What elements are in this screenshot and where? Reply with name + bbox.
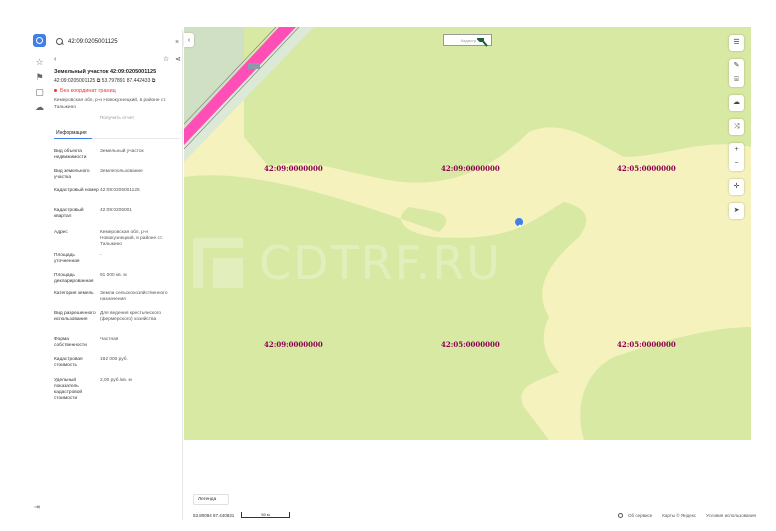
row-label: Вид объекта недвижимости: [54, 149, 87, 160]
row-value: Для ведения крестьянского (фермерского) …: [100, 311, 162, 322]
cloud-icon[interactable]: ☁: [733, 98, 740, 108]
table-row: Адрес Кемеровская обл, р-н Новокузнецкий,…: [54, 230, 180, 248]
parcel-label: 42:09:0000000: [264, 340, 323, 349]
table-row: Кадастровый номер 42:09:0205001125: [54, 188, 180, 194]
row-label: Вид земельного участка: [54, 169, 90, 180]
parcel-label: 42:05:0000000: [617, 340, 676, 349]
coordinates-readout: 53.80094 87.440831: [193, 513, 235, 518]
ruler-icon[interactable]: ⌸: [734, 75, 738, 85]
search-icon: [56, 38, 64, 46]
about-link[interactable]: Об сервисе: [628, 513, 652, 518]
layers-control[interactable]: ☰: [729, 35, 744, 51]
row-label: Вид разрешенного использования: [54, 311, 96, 322]
row-value: 42:09:0205001: [100, 208, 133, 213]
row-value: 42:09:0205001125: [100, 188, 140, 193]
collapse-panel-button[interactable]: ‹: [184, 33, 194, 47]
route-control[interactable]: ⤨: [729, 119, 744, 135]
legend-button[interactable]: Легенда: [193, 494, 229, 505]
map-marker-tag: [248, 63, 260, 69]
parcel-label: 42:05:0000000: [617, 164, 676, 173]
maps-copyright[interactable]: Карты © Яндекс: [662, 513, 696, 518]
footer-links: Об сервисе Карты © Яндекс Условия исполь…: [618, 513, 766, 518]
row-value: Землепользование: [100, 169, 143, 174]
table-row: Вид объекта недвижимости Земельный участо…: [54, 149, 180, 161]
parcel-label: 42:05:0000000: [441, 340, 500, 349]
location-pin-dot: [518, 224, 522, 228]
parcel-label: 42:09:0000000: [264, 164, 323, 173]
logout-icon[interactable]: ⇥: [34, 503, 44, 513]
search-input[interactable]: 42:09:0205001125: [68, 39, 173, 45]
route-icon[interactable]: ⤨: [734, 122, 740, 132]
row-value: Земли сельскохозяйственного назначения: [100, 291, 168, 302]
search-bar[interactable]: 42:09:0205001125 ×: [54, 35, 181, 49]
row-value: Земельный участок: [100, 149, 144, 154]
watermark-logo: [193, 238, 243, 288]
back-icon[interactable]: ‹: [54, 56, 66, 63]
row-value: 91 000 кв. м: [100, 273, 127, 278]
table-row: Площадь декларированная 91 000 кв. м: [54, 273, 180, 285]
terms-link[interactable]: Условия использования: [706, 513, 756, 518]
locate-control[interactable]: ➤: [729, 203, 744, 219]
row-label: Адрес: [54, 230, 68, 235]
hammer-icon: [475, 34, 488, 47]
object-title: Земельный участок 42:09:0205001125: [54, 69, 157, 75]
row-value: 2,00 руб./кв. м: [100, 378, 132, 383]
star-icon[interactable]: ☆: [163, 55, 169, 63]
compass-icon[interactable]: ✛: [734, 182, 740, 192]
table-row: Кадастровая стоимость 182 000 руб.: [54, 357, 180, 369]
table-row: Кадастровый квартал 42:09:0205001: [54, 208, 180, 220]
scale-bar: 50 м: [241, 512, 290, 518]
cadastral-line: 42:09:0205001125 ⧉ 53.797891 87.442433 ⧉: [54, 78, 156, 84]
star-icon[interactable]: ☆: [33, 57, 46, 68]
tab-bar: Информация: [54, 129, 180, 139]
info-icon[interactable]: [618, 513, 623, 518]
row-label: Удельный показатель кадастровой стоимост…: [54, 378, 83, 401]
table-row: Форма собственности Частная: [54, 337, 180, 349]
address-summary: Кемеровская обл, р-н Новокузнецкий, в ра…: [54, 98, 167, 110]
cloud-icon[interactable]: ☁: [33, 102, 46, 113]
left-rail: ☆ ⚑ ▢ ☁: [30, 30, 50, 520]
zoom-out-button[interactable]: −: [734, 159, 738, 169]
watermark-text: CDTRF.RU: [259, 236, 502, 290]
row-label: Кадастровая стоимость: [54, 357, 83, 368]
watermark: CDTRF.RU: [193, 228, 613, 298]
table-row: Вид разрешенного использования Для ведени…: [54, 311, 180, 323]
zoom-in-button[interactable]: +: [734, 145, 738, 155]
panel-nav: ‹ ☆ ⋖: [54, 53, 181, 65]
weather-control[interactable]: ☁: [729, 95, 744, 111]
placard-label: Кадастр: [460, 37, 476, 43]
share-icon[interactable]: ⋖: [175, 55, 181, 63]
table-row: Категория земель Земли сельскохозяйственн…: [54, 291, 180, 303]
row-label: Кадастровый номер: [54, 188, 99, 193]
tab-info[interactable]: Информация: [54, 130, 92, 139]
row-value: -: [100, 253, 102, 258]
edit-icon[interactable]: ✎: [734, 61, 740, 71]
table-row: Вид земельного участка Землепользование: [54, 169, 180, 181]
layers-icon[interactable]: ⚑: [33, 72, 46, 83]
row-label: Площадь декларированная: [54, 273, 94, 284]
request-report-button[interactable]: Получить отчет: [54, 116, 180, 121]
row-label: Категория земель: [54, 291, 94, 296]
row-label: Кадастровый квартал: [54, 208, 84, 219]
row-value: Частная: [100, 337, 119, 342]
row-value: 182 000 руб.: [100, 357, 128, 362]
compass-control[interactable]: ✛: [729, 179, 744, 195]
table-row: Удельный показатель кадастровой стоимост…: [54, 378, 180, 402]
parcel-label: 42:09:0000000: [441, 164, 500, 173]
app-logo[interactable]: [33, 34, 46, 47]
locate-icon[interactable]: ➤: [734, 206, 740, 216]
draw-control[interactable]: ✎ ⌸: [729, 59, 744, 87]
layers-icon[interactable]: ☰: [733, 38, 739, 48]
app: ☆ ⚑ ▢ ☁ ⇥ 42:09:0205001125 × ‹ ☆ ⋖ Земел…: [0, 0, 776, 531]
close-icon[interactable]: ×: [173, 39, 181, 46]
warning-badge: Без координат границ: [54, 88, 180, 95]
square-icon[interactable]: ▢: [33, 87, 46, 98]
table-row: Площадь уточненная -: [54, 253, 180, 265]
info-panel: 42:09:0205001125 × ‹ ☆ ⋖ Земельный участ…: [50, 30, 183, 520]
row-label: Форма собственности: [54, 337, 87, 348]
row-label: Площадь уточненная: [54, 253, 80, 264]
row-value: Кемеровская обл, р-н Новокузнецкий, в ра…: [100, 230, 163, 247]
zoom-control[interactable]: + −: [729, 143, 744, 171]
